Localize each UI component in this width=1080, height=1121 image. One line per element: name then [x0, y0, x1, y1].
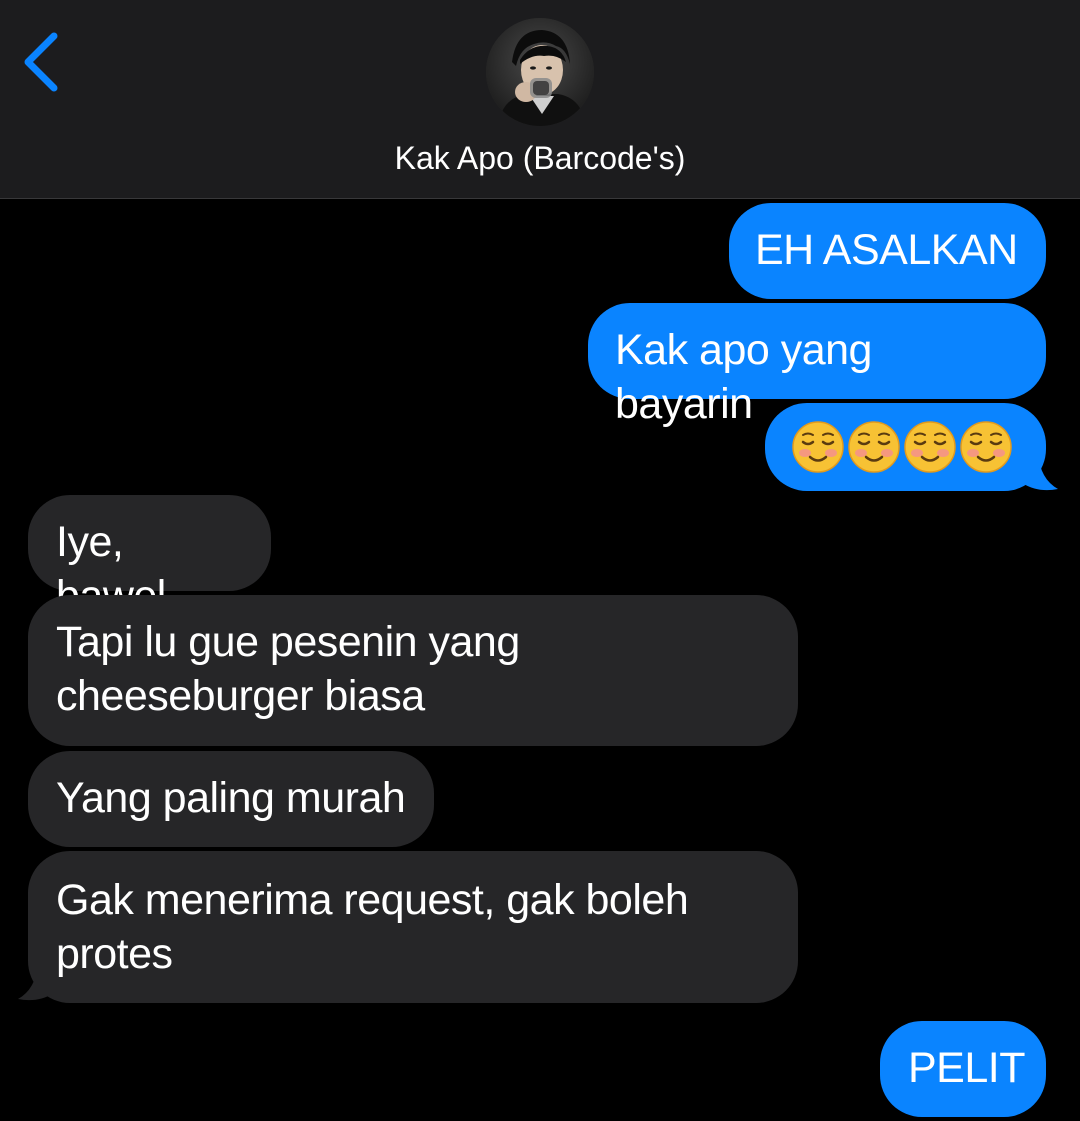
back-button[interactable] — [14, 26, 74, 96]
message-bubble-incoming[interactable]: Gak menerima request, gak boleh protes — [28, 851, 798, 1003]
message-text: Yang paling murah — [56, 774, 406, 822]
bubble-tail-outgoing — [1018, 453, 1058, 491]
contact-avatar[interactable] — [486, 18, 594, 126]
chevron-left-icon — [24, 32, 58, 92]
smiling-face-icon — [792, 421, 844, 473]
message-text: EH ASALKAN — [755, 226, 1018, 274]
conversation-header: Kak Apo (Barcode's) — [0, 0, 1080, 199]
avatar-photo — [486, 18, 594, 126]
message-text-line: Tapi lu gue pesenin yang — [56, 618, 520, 666]
smiling-face-icon — [904, 421, 956, 473]
message-bubble-outgoing[interactable]: Kak apo yang bayarin — [588, 303, 1046, 428]
message-text-line: cheeseburger biasa — [56, 672, 425, 720]
message-text: PELIT — [908, 1044, 1026, 1092]
message-text-line: protes — [56, 930, 173, 978]
message-bubble-outgoing[interactable]: EH ASALKAN — [729, 203, 1046, 299]
smiling-face-icon — [960, 421, 1012, 473]
message-thread: EH ASALKAN Kak apo yang bayarin Iye, Tap… — [0, 199, 1080, 1121]
message-bubble-incoming[interactable]: Iye, bawel — [28, 495, 271, 620]
message-bubble-incoming[interactable]: Yang paling murah — [28, 751, 434, 847]
message-text-line: Gak menerima request, gak boleh — [56, 876, 689, 924]
smiling-face-icon — [848, 421, 900, 473]
bubble-tail-incoming — [18, 963, 58, 1001]
message-bubble-incoming[interactable]: Tapi lu gue pesenin yang cheeseburger bi… — [28, 595, 798, 746]
contact-name[interactable]: Kak Apo (Barcode's) — [0, 138, 1080, 178]
message-bubble-outgoing[interactable]: PELIT — [880, 1021, 1046, 1117]
message-bubble-outgoing[interactable] — [765, 403, 1046, 491]
emoji-row — [791, 420, 1020, 474]
